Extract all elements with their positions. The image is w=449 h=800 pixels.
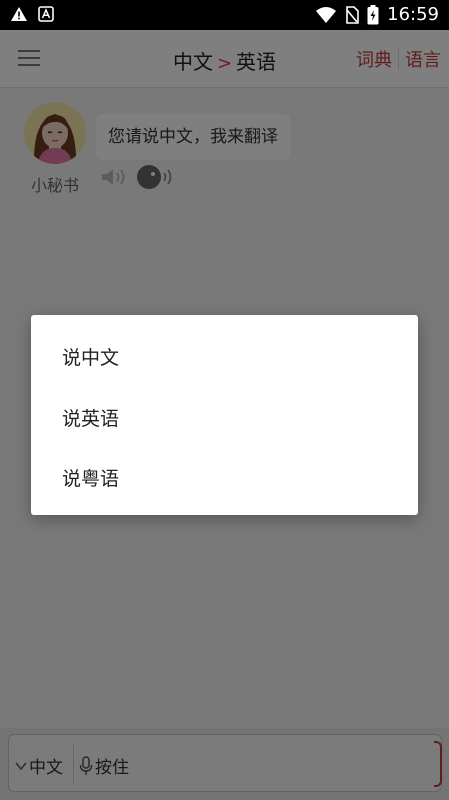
clock: 16:59 — [387, 4, 439, 25]
warning-icon — [11, 7, 27, 21]
no-sim-icon — [346, 5, 359, 24]
battery-charging-icon — [367, 4, 379, 24]
option-speak-cantonese[interactable]: 说粤语 — [62, 464, 119, 491]
option-speak-english[interactable]: 说英语 — [62, 404, 119, 431]
a-icon — [38, 6, 54, 22]
wifi-icon — [316, 6, 337, 23]
speak-language-dialog: 说中文 说英语 说粤语 — [31, 315, 418, 515]
option-speak-chinese[interactable]: 说中文 — [62, 343, 119, 370]
status-bar: 16:59 — [0, 0, 449, 30]
